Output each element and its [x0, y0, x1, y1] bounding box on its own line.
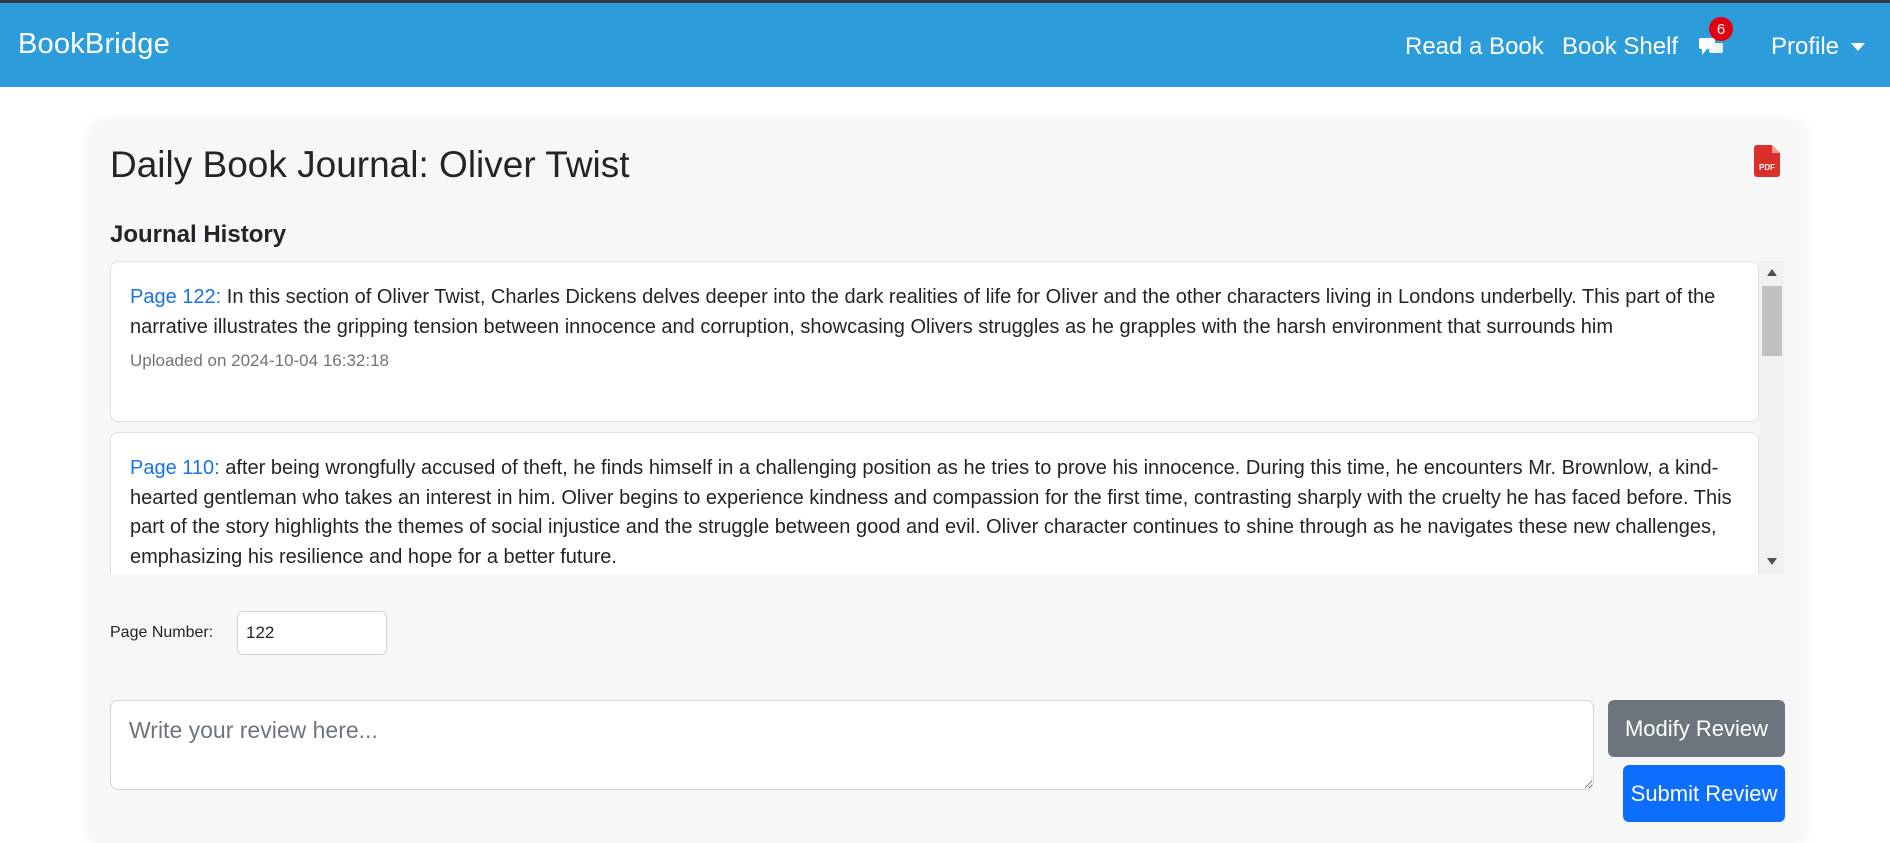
svg-text:PDF: PDF	[1759, 163, 1775, 172]
page-number-label: Page Number:	[110, 624, 214, 641]
brand-logo[interactable]: BookBridge	[18, 28, 170, 61]
entry-body: In this section of Oliver Twist, Charles…	[130, 286, 1716, 338]
journal-history-heading: Journal History	[110, 221, 287, 248]
entry-text: Page 110: after being wrongfully accused…	[130, 454, 1740, 572]
profile-dropdown[interactable]: Profile	[1771, 33, 1866, 61]
review-textarea[interactable]	[110, 700, 1594, 790]
scroll-down-arrow-icon[interactable]	[1767, 558, 1777, 565]
modify-review-button[interactable]: Modify Review	[1608, 700, 1785, 757]
entry-page-label: Page 110:	[130, 457, 220, 479]
page-number-input[interactable]	[237, 611, 387, 655]
journal-card: Daily Book Journal: Oliver Twist PDF Jou…	[90, 123, 1804, 843]
page-title: Daily Book Journal: Oliver Twist	[110, 144, 630, 185]
journal-entry: Page 122: In this section of Oliver Twis…	[110, 261, 1759, 422]
nav-book-shelf[interactable]: Book Shelf	[1562, 33, 1678, 61]
scroll-up-arrow-icon[interactable]	[1767, 269, 1777, 276]
scrollbar-thumb[interactable]	[1762, 286, 1782, 356]
journal-entry: Page 110: after being wrongfully accused…	[110, 432, 1759, 574]
caret-down-icon	[1851, 43, 1866, 51]
history-scrollbar[interactable]	[1759, 261, 1785, 574]
nav-read-a-book[interactable]: Read a Book	[1405, 33, 1544, 61]
messages-badge: 6	[1709, 17, 1733, 41]
entry-text: Page 122: In this section of Oliver Twis…	[130, 283, 1740, 342]
entry-body: after being wrongfully accused of theft,…	[130, 457, 1732, 568]
journal-history-list[interactable]: Page 122: In this section of Oliver Twis…	[110, 261, 1785, 574]
entry-timestamp: Uploaded on 2024-10-04 16:32:18	[130, 351, 389, 370]
pdf-file-icon[interactable]: PDF	[1754, 145, 1782, 177]
profile-label: Profile	[1771, 33, 1840, 60]
entry-page-label: Page 122:	[130, 286, 222, 308]
submit-review-button[interactable]: Submit Review	[1623, 765, 1785, 822]
navbar: BookBridge Read a Book Book Shelf 6 Prof…	[0, 3, 1890, 87]
